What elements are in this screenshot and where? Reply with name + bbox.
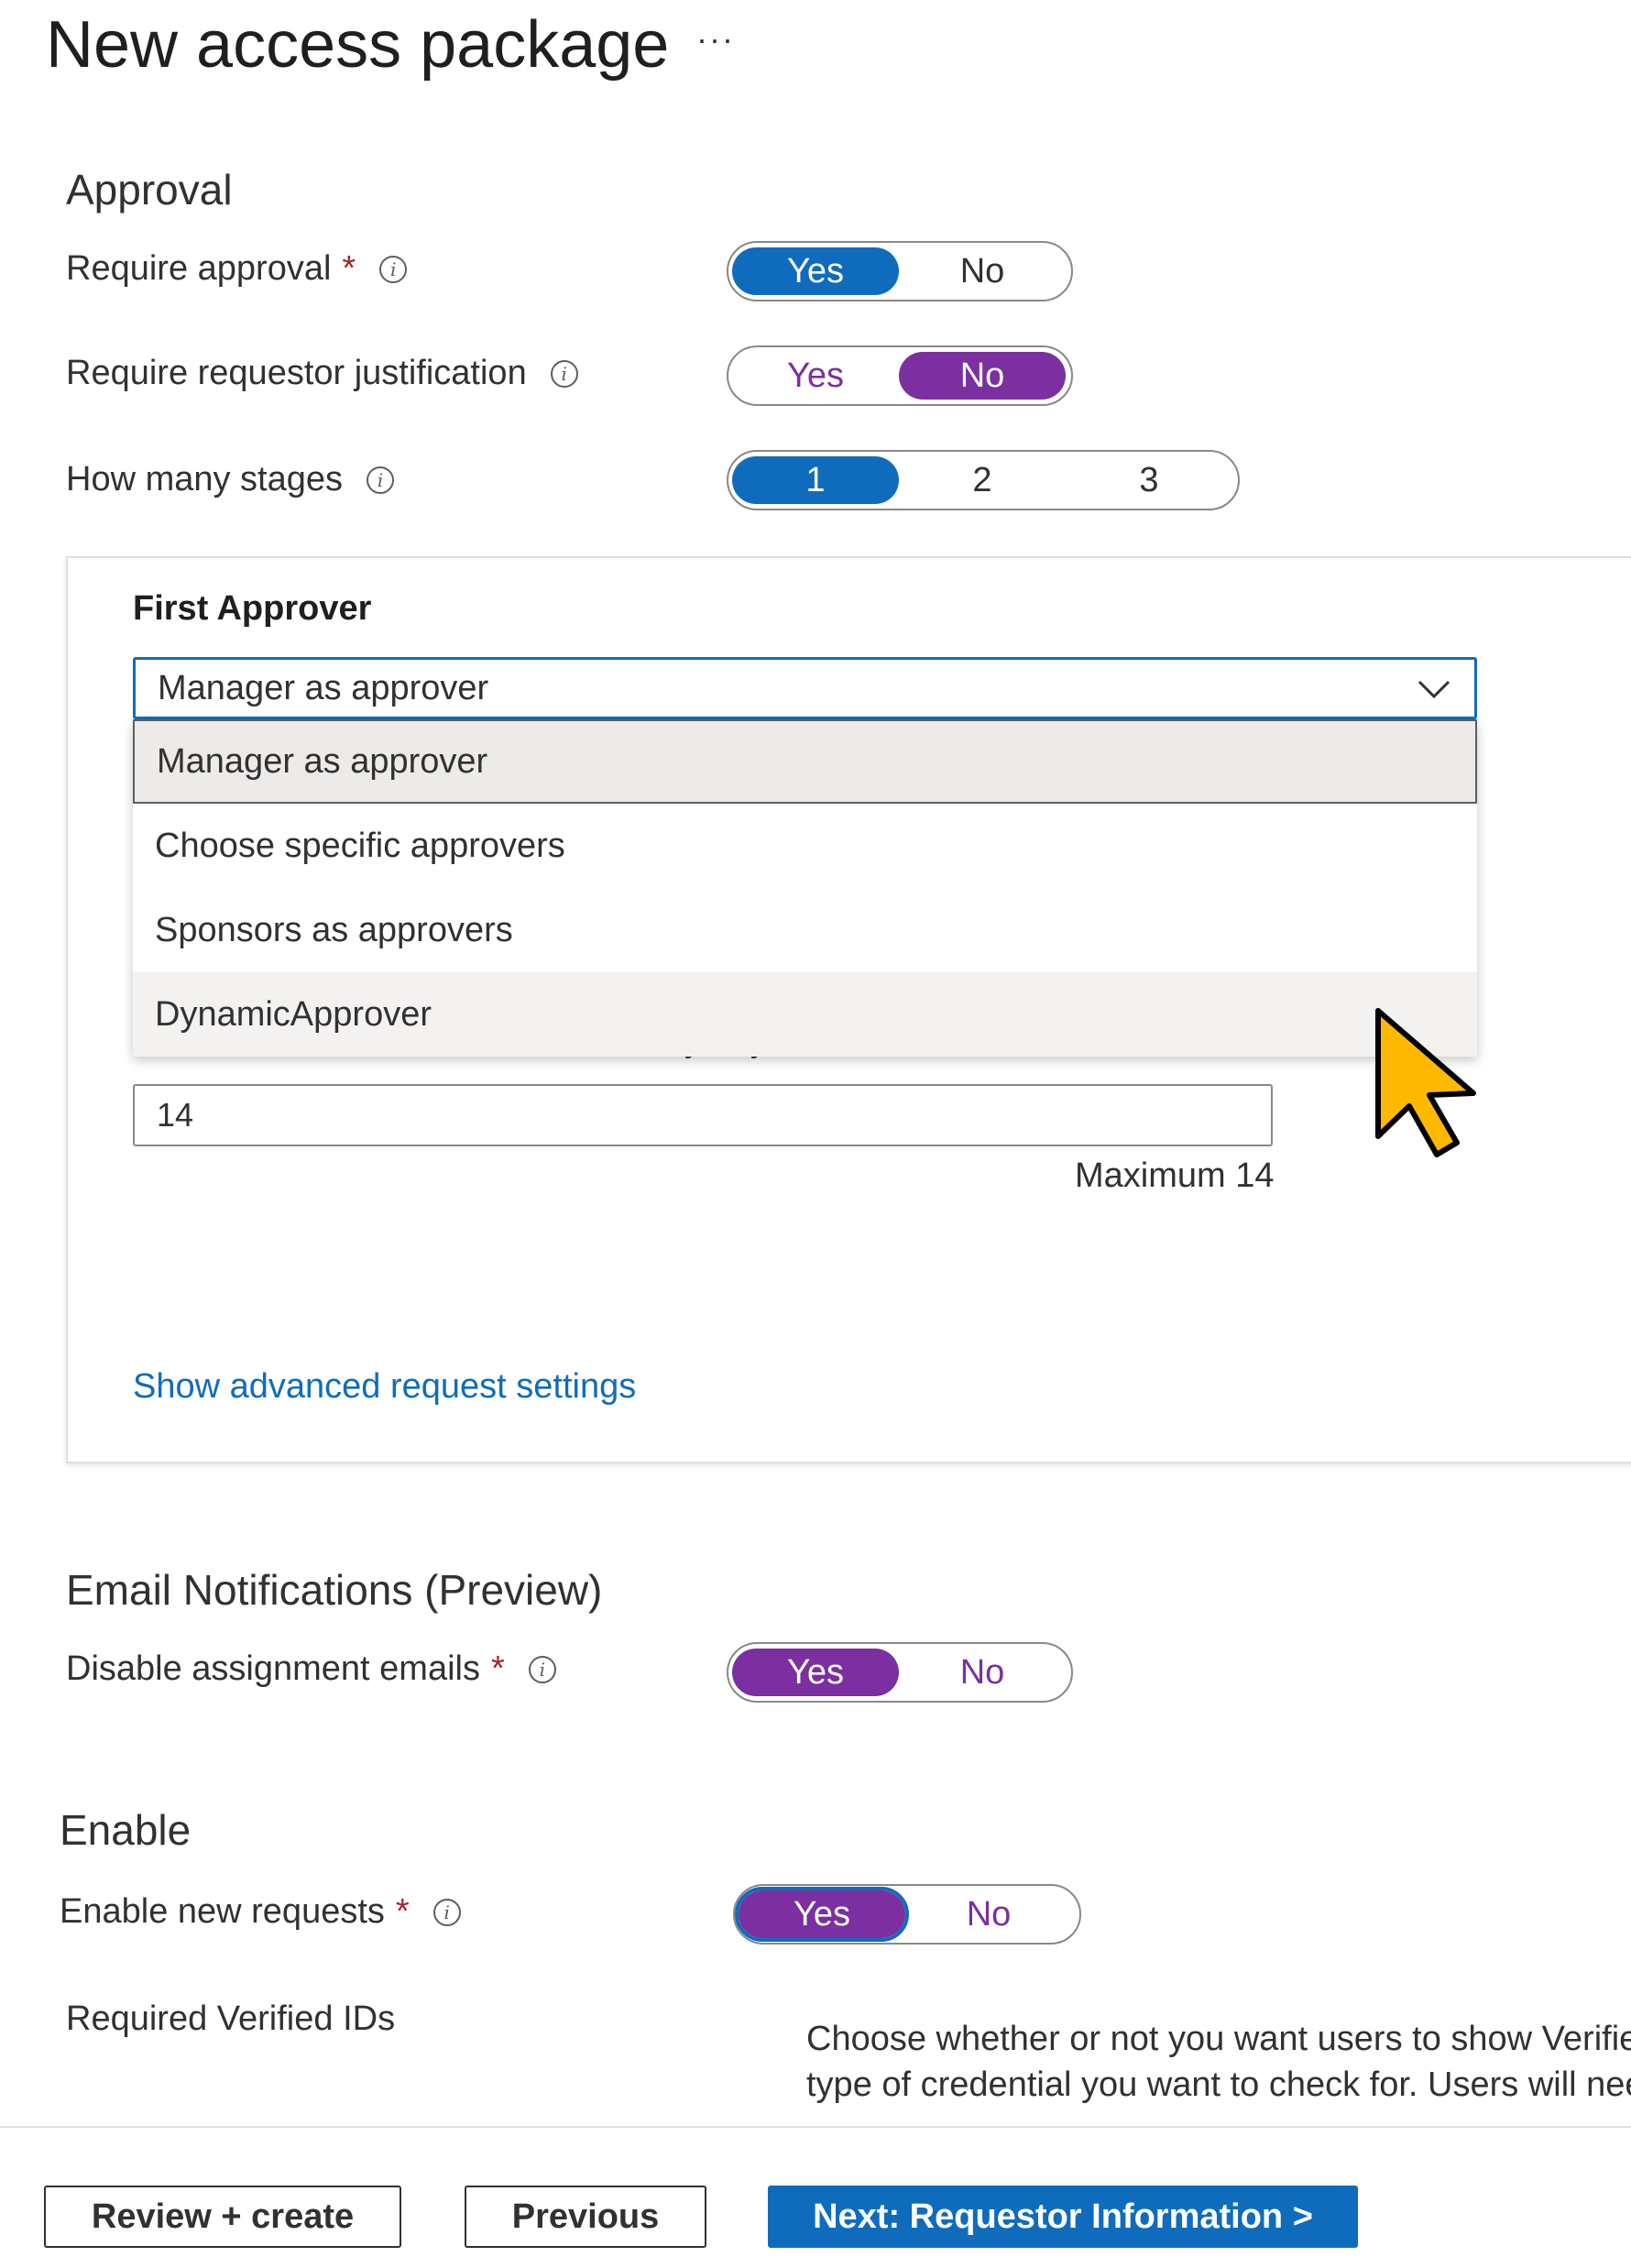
disable-emails-no[interactable]: No: [899, 1649, 1066, 1696]
previous-button[interactable]: Previous: [465, 2186, 706, 2248]
require-justification-label: Require requestor justification i: [66, 354, 578, 393]
menu-option-sponsors[interactable]: Sponsors as approvers: [133, 888, 1477, 972]
menu-option-specific-approvers[interactable]: Choose specific approvers: [133, 804, 1477, 888]
review-create-button[interactable]: Review + create: [44, 2186, 401, 2248]
footer-divider: [0, 2126, 1631, 2128]
info-icon[interactable]: i: [367, 466, 395, 494]
enable-heading: Enable: [60, 1806, 192, 1854]
verified-ids-hint-line2: type of credential you want to check for…: [806, 2065, 1631, 2104]
require-approval-toggle[interactable]: Yes No: [727, 241, 1073, 301]
stages-toggle[interactable]: 1 2 3: [727, 450, 1240, 510]
first-approver-label: First Approver: [133, 589, 372, 628]
require-approval-yes[interactable]: Yes: [732, 247, 899, 295]
enable-new-requests-label: Enable new requests * i: [60, 1892, 461, 1932]
verified-ids-hint-line1: Choose whether or not you want users to …: [806, 2020, 1631, 2058]
first-approver-dropdown[interactable]: Manager as approver: [133, 657, 1477, 719]
info-icon[interactable]: i: [432, 1898, 461, 1926]
required-mark: *: [342, 249, 356, 288]
decision-days-input[interactable]: 14: [133, 1084, 1273, 1146]
email-notifications-heading: Email Notifications (Preview): [66, 1566, 603, 1614]
require-justification-yes[interactable]: Yes: [732, 352, 899, 400]
next-requestor-info-button[interactable]: Next: Requestor Information >: [768, 2186, 1358, 2248]
stage-option-3[interactable]: 3: [1066, 456, 1232, 504]
disable-emails-label: Disable assignment emails * i: [66, 1649, 556, 1689]
info-icon[interactable]: i: [550, 359, 578, 388]
menu-option-manager[interactable]: Manager as approver: [133, 719, 1477, 804]
menu-option-dynamic-approver[interactable]: DynamicApprover: [133, 972, 1477, 1057]
show-advanced-settings-link[interactable]: Show advanced request settings: [133, 1367, 636, 1407]
stages-text: How many stages: [66, 460, 344, 499]
mouse-pointer-icon: [1375, 1008, 1476, 1157]
maximum-days-text: Maximum 14: [1075, 1156, 1275, 1195]
info-icon[interactable]: i: [379, 255, 408, 283]
approval-heading: Approval: [66, 166, 233, 214]
verified-ids-hint: Choose whether or not you want users to …: [806, 2016, 1631, 2108]
enable-new-requests-no[interactable]: No: [905, 1890, 1072, 1938]
require-approval-text: Require approval: [66, 249, 332, 288]
require-approval-label: Require approval * i: [66, 249, 408, 289]
first-approver-menu: Manager as approver Choose specific appr…: [133, 719, 1477, 1057]
verified-ids-label: Required Verified IDs: [66, 2000, 396, 2038]
disable-emails-text: Disable assignment emails: [66, 1649, 480, 1688]
required-mark: *: [395, 1892, 410, 1931]
require-justification-toggle[interactable]: Yes No: [727, 345, 1073, 406]
disable-emails-yes[interactable]: Yes: [732, 1649, 899, 1696]
page-title: New access package: [46, 8, 670, 82]
stage-option-1[interactable]: 1: [732, 456, 899, 504]
require-justification-no[interactable]: No: [899, 352, 1066, 400]
disable-emails-toggle[interactable]: Yes No: [727, 1642, 1073, 1703]
stage-option-2[interactable]: 2: [899, 456, 1066, 504]
enable-new-requests-toggle[interactable]: Yes No: [733, 1884, 1081, 1945]
require-approval-no[interactable]: No: [899, 247, 1066, 295]
first-approver-value: Manager as approver: [158, 668, 489, 707]
info-icon[interactable]: i: [528, 1655, 556, 1683]
stages-label: How many stages i: [66, 460, 395, 499]
enable-new-requests-text: Enable new requests: [60, 1892, 385, 1931]
more-options-button[interactable]: ···: [696, 20, 735, 59]
required-mark: *: [490, 1649, 505, 1688]
chevron-down-icon: [1418, 680, 1450, 699]
require-justification-text: Require requestor justification: [66, 354, 527, 392]
enable-new-requests-yes[interactable]: Yes: [735, 1887, 909, 1942]
